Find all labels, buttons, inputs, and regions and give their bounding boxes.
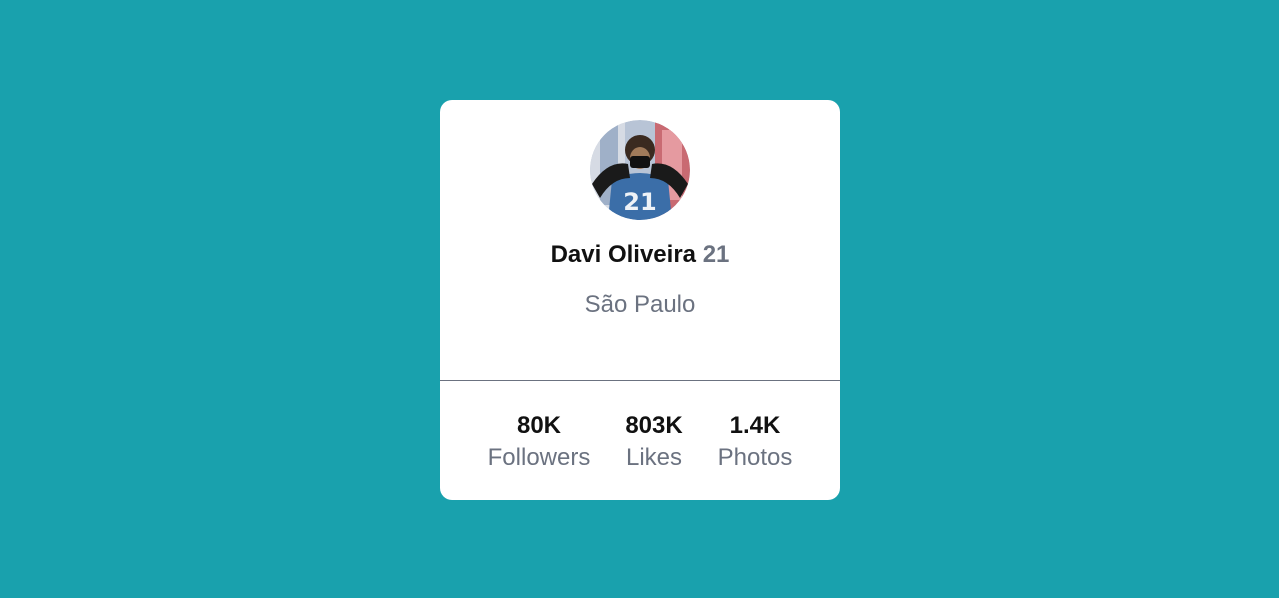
profile-location: São Paulo: [584, 291, 696, 318]
stat-followers: 80K Followers: [484, 411, 594, 475]
svg-text:21: 21: [623, 188, 656, 216]
stat-value: 803K: [625, 412, 683, 439]
stat-label: Photos: [717, 444, 793, 471]
profile-age: 21: [702, 241, 730, 268]
stat-label: Likes: [625, 444, 683, 471]
profile-card-header: 21 Davi Oliveira 21 São Paulo: [440, 100, 840, 380]
card-divider: [440, 380, 840, 381]
stat-label: Followers: [487, 444, 591, 471]
profile-card: 21 Davi Oliveira 21 São Paulo 80K Follow…: [440, 100, 840, 500]
stat-value: 80K: [516, 412, 562, 439]
profile-name-line: Davi Oliveira 21: [440, 240, 840, 270]
stat-value: 1.4K: [729, 412, 781, 439]
stat-likes: 803K Likes: [619, 411, 689, 475]
avatar: 21: [590, 120, 690, 220]
stat-photos: 1.4K Photos: [713, 411, 797, 475]
profile-name: Davi Oliveira: [550, 241, 697, 268]
